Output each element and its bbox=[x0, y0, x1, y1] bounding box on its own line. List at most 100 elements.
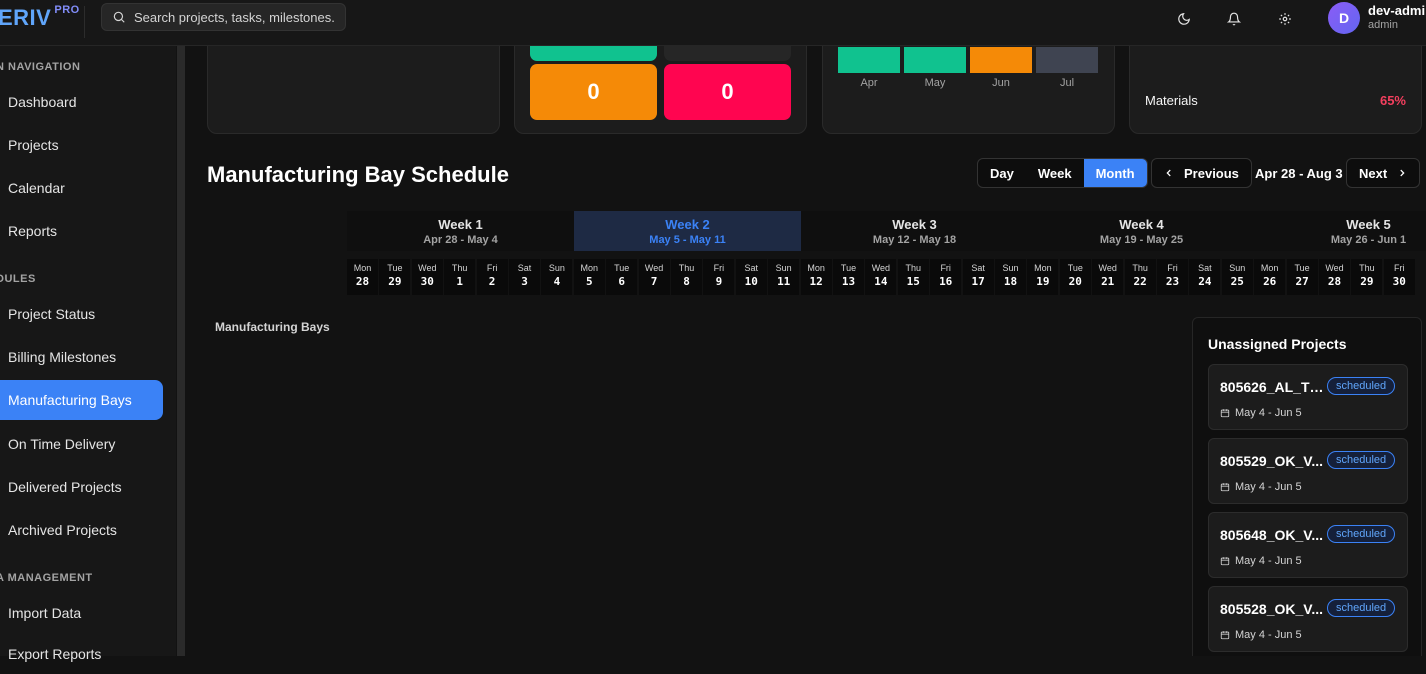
sidebar-item-projects[interactable]: Projects bbox=[0, 125, 163, 165]
sidebar-item-import-data[interactable]: Import Data bbox=[0, 593, 163, 633]
day-column-header: Fri 30 bbox=[1383, 259, 1415, 295]
day-number: 16 bbox=[939, 275, 953, 288]
day-number: 11 bbox=[777, 275, 791, 288]
project-dates: May 4 - Jun 5 bbox=[1220, 629, 1302, 641]
view-day-button[interactable]: Day bbox=[978, 159, 1026, 187]
date-range-label: Apr 28 - Aug 3 bbox=[1255, 166, 1343, 181]
sidebar-item-manufacturing-bays[interactable]: Manufacturing Bays bbox=[0, 380, 163, 420]
day-column-header: Fri 2 bbox=[476, 259, 508, 295]
day-column-header: Tue 27 bbox=[1286, 259, 1318, 295]
calendar-icon bbox=[1220, 631, 1230, 640]
project-dates: May 4 - Jun 5 bbox=[1220, 481, 1302, 493]
project-card[interactable]: 805528_OK_V... scheduled May 4 - Jun 5 bbox=[1208, 586, 1408, 652]
calendar-icon bbox=[1220, 557, 1230, 566]
project-card[interactable]: 805648_OK_V... scheduled May 4 - Jun 5 bbox=[1208, 512, 1408, 578]
day-name: Mon bbox=[807, 263, 825, 273]
day-number: 4 bbox=[553, 275, 561, 288]
next-button[interactable]: Next bbox=[1346, 158, 1421, 188]
day-column-header: Sun 25 bbox=[1221, 259, 1253, 295]
moon-icon[interactable] bbox=[1174, 9, 1194, 29]
project-name: 805528_OK_V... bbox=[1220, 601, 1324, 617]
week-name: Week 1 bbox=[438, 217, 483, 232]
day-name: Thu bbox=[1359, 263, 1375, 273]
sidebar-item-calendar[interactable]: Calendar bbox=[0, 168, 163, 208]
day-column-header: Thu 15 bbox=[897, 259, 929, 295]
day-number: 15 bbox=[906, 275, 920, 288]
day-column-header: Thu 22 bbox=[1124, 259, 1156, 295]
day-number: 3 bbox=[521, 275, 528, 288]
day-number: 7 bbox=[650, 275, 658, 288]
day-name: Sun bbox=[1229, 263, 1246, 273]
day-name: Sun bbox=[775, 263, 792, 273]
day-number: 26 bbox=[1263, 275, 1277, 288]
sidebar-item-export-reports[interactable]: Export Reports bbox=[0, 634, 163, 674]
day-column-header: Fri 16 bbox=[930, 259, 962, 295]
gear-icon[interactable] bbox=[1275, 9, 1295, 29]
sidebar-item-archived-projects[interactable]: Archived Projects bbox=[0, 510, 163, 550]
week-name: Week 5 bbox=[1346, 217, 1391, 232]
day-number: 18 bbox=[1003, 275, 1018, 288]
sidebar-item-reports[interactable]: Reports bbox=[0, 211, 163, 251]
view-week-button[interactable]: Week bbox=[1026, 159, 1084, 187]
status-box-gray bbox=[664, 46, 791, 61]
day-name: Sat bbox=[1198, 263, 1212, 273]
previous-button[interactable]: Previous bbox=[1151, 158, 1252, 188]
day-name: Fri bbox=[1167, 263, 1178, 273]
day-name: Mon bbox=[1034, 263, 1052, 273]
day-column-header: Wed 21 bbox=[1092, 259, 1124, 295]
day-number: 8 bbox=[683, 275, 690, 288]
day-column-header: Sat 24 bbox=[1189, 259, 1221, 295]
search-box[interactable] bbox=[101, 3, 346, 31]
sidebar-item-billing-milestones[interactable]: Billing Milestones bbox=[0, 337, 163, 377]
day-name: Wed bbox=[418, 263, 437, 273]
project-card[interactable]: 805626_AL_TC... scheduled May 4 - Jun 5 bbox=[1208, 364, 1408, 430]
project-name: 805648_OK_V... bbox=[1220, 527, 1324, 543]
day-name: Mon bbox=[353, 263, 372, 273]
sidebar-item-dashboard[interactable]: Dashboard bbox=[0, 82, 163, 122]
view-month-button[interactable]: Month bbox=[1083, 159, 1147, 187]
day-name: Thu bbox=[678, 263, 695, 273]
day-number: 23 bbox=[1165, 275, 1180, 288]
day-number: 30 bbox=[420, 275, 434, 288]
day-number: 6 bbox=[618, 275, 625, 288]
day-name: Sun bbox=[548, 263, 565, 273]
day-name: Tue bbox=[614, 263, 630, 273]
day-number: 27 bbox=[1295, 275, 1309, 288]
sidebar-item-on-time-delivery[interactable]: On Time Delivery bbox=[0, 424, 163, 464]
day-column-header: Wed 7 bbox=[638, 259, 670, 295]
mini-bar-label: Apr bbox=[860, 77, 878, 89]
search-icon bbox=[113, 11, 125, 23]
day-number: 28 bbox=[1327, 275, 1342, 288]
user-name: dev-admin bbox=[1368, 3, 1426, 18]
sidebar-item-project-status[interactable]: Project Status bbox=[0, 294, 163, 334]
search-input[interactable] bbox=[134, 9, 334, 25]
day-name: Wed bbox=[871, 263, 891, 273]
day-number: 13 bbox=[841, 275, 856, 288]
day-column-header: Sat 17 bbox=[962, 259, 994, 295]
day-name: Thu bbox=[905, 263, 922, 273]
project-card[interactable]: 805529_OK_V... scheduled May 4 - Jun 5 bbox=[1208, 438, 1408, 504]
day-column-header: Wed 28 bbox=[1319, 259, 1350, 295]
mini-bar-may bbox=[904, 47, 966, 73]
day-number: 20 bbox=[1068, 275, 1082, 288]
app-logo[interactable]: ERIV PRO bbox=[0, 4, 80, 31]
day-column-header: Sun 18 bbox=[995, 259, 1026, 295]
day-column-header: Fri 9 bbox=[703, 259, 735, 295]
day-name: Thu bbox=[1132, 263, 1148, 273]
week-range: May 12 - May 18 bbox=[872, 234, 957, 246]
section-heading-data-management: A MANAGEMENT bbox=[0, 572, 93, 584]
sidebar-scrollbar[interactable] bbox=[177, 46, 185, 656]
week-column-header: Week 3 May 12 - May 18 bbox=[801, 211, 1028, 251]
day-number: 5 bbox=[585, 275, 593, 288]
day-number: 9 bbox=[715, 275, 723, 288]
bell-icon[interactable] bbox=[1224, 9, 1244, 29]
mini-bar-jun bbox=[970, 47, 1032, 73]
avatar[interactable]: D bbox=[1328, 2, 1360, 34]
day-number: 1 bbox=[456, 275, 463, 288]
chevron-right-icon bbox=[1400, 169, 1405, 177]
project-name: 805529_OK_V... bbox=[1220, 453, 1324, 469]
sidebar-item-delivered-projects[interactable]: Delivered Projects bbox=[0, 467, 163, 507]
day-column-header: Mon 5 bbox=[573, 259, 605, 295]
status-badge: scheduled bbox=[1327, 377, 1396, 395]
day-name: Tue bbox=[1294, 263, 1310, 273]
